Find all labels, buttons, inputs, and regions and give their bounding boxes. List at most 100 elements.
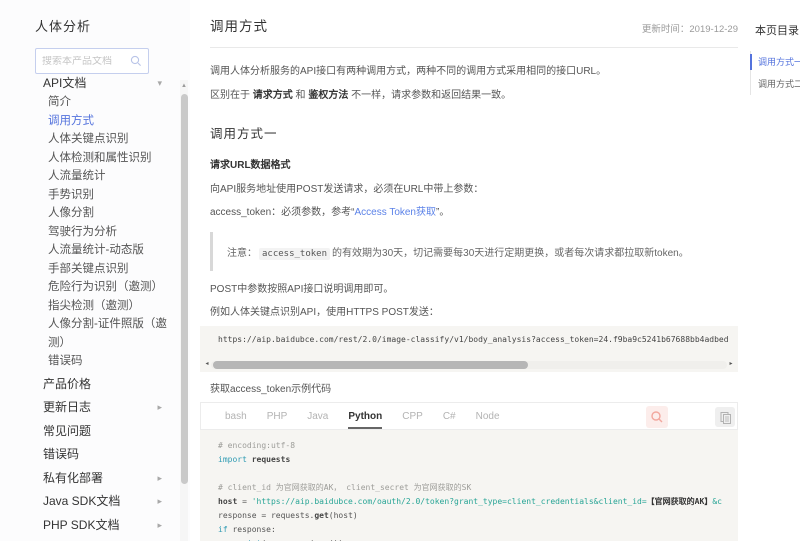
bold-request-method: 请求方式 [253,90,293,101]
text: access_token：必须参数，参考“ [210,207,354,218]
access-token-link[interactable]: Access Token获取 [354,207,436,218]
search-box[interactable] [35,48,149,74]
tab-csharp[interactable]: C# [443,403,456,429]
copy-icon[interactable] [715,407,735,427]
sidebar-nav: API文档 ▾ 简介 调用方式 人体关键点识别 人体检测和属性识别 人流量统计 … [0,74,190,537]
note-block: 注意：access_token的有效期为30天，切记需要每30天进行定期更换，或… [210,232,738,271]
toc-title: 本页目录 [750,22,800,38]
text: 区别在于 [210,90,253,101]
chevron-right-icon[interactable]: ▸ [157,514,162,538]
sidebar-item-body-detection[interactable]: 人体检测和属性识别 [48,149,168,168]
code-string: 'https://aip.baidubce.com/oauth/2.0/toke… [252,497,647,506]
sidebar-item-intro[interactable]: 简介 [48,93,168,112]
intro-paragraph-1: 调用人体分析服务的API接口有两种调用方式，两种不同的调用方式采用相同的接口UR… [210,65,738,79]
code-line: import requests [218,453,738,467]
chevron-right-icon[interactable]: ▸ [157,490,162,514]
search-icon[interactable] [130,55,142,67]
sidebar-item-hand-keypoints[interactable]: 手部关键点识别 [48,260,168,279]
sidebar-item-api-docs[interactable]: API文档 ▾ [0,74,190,92]
sidebar-item-crowd-count-dynamic[interactable]: 人流量统计-动态版 [48,241,168,260]
text: 不一样，请求参数和返回结果一致。 [348,90,511,101]
sidebar-item-changelog[interactable]: 更新日志 ▸ [0,396,190,420]
horizontal-scrollbar[interactable]: ◂ ▸ [203,360,735,369]
nav-label: 产品价格 [43,377,91,391]
page-title: 调用方式 [210,15,268,35]
code-call: requests. [271,511,314,520]
sidebar-scrollbar[interactable]: ▲ [180,80,188,541]
tab-java[interactable]: Java [307,403,328,429]
search-input[interactable] [42,56,124,67]
api-url-text: https://aip.baidubce.com/rest/2.0/image-… [218,335,738,344]
intro-paragraph-2: 区别在于 请求方式 和 鉴权方法 不一样，请求参数和返回结果一致。 [210,89,738,103]
code-string-placeholder: 【官网获取的AK】 [647,497,713,506]
zoom-icon[interactable] [646,406,668,428]
scroll-left-icon[interactable]: ◂ [203,360,211,369]
sidebar-item-id-photo-segmentation[interactable]: 人像分割-证件照版（邀测） [48,315,168,352]
chevron-down-icon[interactable]: ▾ [157,74,162,92]
tab-python[interactable]: Python [348,403,382,429]
sidebar-item-driving-behavior[interactable]: 驾驶行为分析 [48,223,168,242]
paragraph-post-params: POST中参数按照API接口说明调用即可。 [210,283,738,297]
code-variable: host [218,497,237,506]
page-header: 调用方式 更新时间：2019-12-29 [210,0,738,48]
sidebar-item-error-codes[interactable]: 错误码 [0,443,190,467]
page-toc: 本页目录 调用方式一 调用方式二 [750,0,800,95]
code-operator: = [257,511,271,520]
docs-page: 人体分析 API文档 ▾ 简介 调用方式 人体关键点识别 人体检测和属性识别 人… [0,0,800,541]
toc-item-method-1[interactable]: 调用方式一 [751,51,800,73]
sidebar-item-crowd-count[interactable]: 人流量统计 [48,167,168,186]
code-keyword: import [218,455,247,464]
toc-list: 调用方式一 调用方式二 [750,51,800,95]
code-line: # encoding:utf-8 [218,439,738,453]
horizontal-scrollbar-thumb[interactable] [213,361,528,369]
code-module: requests [247,455,290,464]
code-condition: response: [228,525,276,534]
sidebar-item-private-deployment[interactable]: 私有化部署 ▸ [0,467,190,491]
tab-cpp[interactable]: CPP [402,403,423,429]
code-line: response = requests.get(host) [218,509,738,523]
bold-auth-method: 鉴权方法 [308,90,348,101]
note-text: 的有效期为30天，切记需要每30天进行定期更换，或者每次请求都拉取新token。 [332,248,689,259]
paragraph-sample-code: 获取access_token示例代码 [210,383,738,397]
sidebar-item-pricing[interactable]: 产品价格 [0,373,190,397]
sidebar-item-faq[interactable]: 常见问题 [0,420,190,444]
paragraph-post-request: 向API服务地址使用POST发送请求，必须在URL中带上参数： [210,183,738,197]
nav-label: PHP SDK文档 [43,518,119,532]
api-doc-sublist: 简介 调用方式 人体关键点识别 人体检测和属性识别 人流量统计 手势识别 人像分… [0,93,190,371]
url-code-block: https://aip.baidubce.com/rest/2.0/image-… [200,326,738,372]
sidebar-item-java-sdk[interactable]: Java SDK文档 ▸ [0,490,190,514]
code-method: get [314,511,328,520]
sidebar-item-body-keypoints[interactable]: 人体关键点识别 [48,130,168,149]
section-title-method-1: 调用方式一 [210,123,738,142]
text: ”。 [436,207,449,218]
toc-item-method-2[interactable]: 调用方式二 [751,73,800,95]
scroll-right-icon[interactable]: ▸ [727,360,735,369]
code-keyword: if [218,525,228,534]
scroll-up-icon[interactable]: ▲ [180,80,188,92]
inline-code-access-token: access_token [259,248,330,260]
tab-php[interactable]: PHP [267,403,288,429]
paragraph-example: 例如人体关键点识别API，使用HTTPS POST发送： [210,306,738,320]
product-title: 人体分析 [35,16,190,35]
sidebar-item-gesture[interactable]: 手势识别 [48,186,168,205]
tab-node[interactable]: Node [476,403,500,429]
python-code-area: # encoding:utf-8 import requests # clien… [200,430,738,541]
sidebar-item-error-codes-sub[interactable]: 错误码 [48,352,168,371]
sidebar-item-dangerous-behavior[interactable]: 危险行为识别（邀测） [48,278,168,297]
sidebar-item-invocation-method[interactable]: 调用方式 [48,112,168,131]
sidebar-item-fingertip-detection[interactable]: 指尖检测（邀测） [48,297,168,316]
sidebar-scrollbar-thumb[interactable] [181,94,188,484]
code-sample-block: bash PHP Java Python CPP C# Node [200,402,738,541]
tab-bash[interactable]: bash [225,403,247,429]
sidebar: 人体分析 API文档 ▾ 简介 调用方式 人体关键点识别 人体检测和属性识别 人… [0,0,190,541]
sidebar-item-php-sdk[interactable]: PHP SDK文档 ▸ [0,514,190,538]
chevron-right-icon[interactable]: ▸ [157,396,162,420]
code-string: &c [712,497,722,506]
code-operator: = [237,497,251,506]
updated-time: 更新时间：2019-12-29 [642,21,738,35]
code-variable: response [218,511,257,520]
code-language-tabs: bash PHP Java Python CPP C# Node [200,402,738,430]
horizontal-scrollbar-track[interactable] [211,361,727,369]
chevron-right-icon[interactable]: ▸ [157,467,162,491]
sidebar-item-portrait-segmentation[interactable]: 人像分割 [48,204,168,223]
